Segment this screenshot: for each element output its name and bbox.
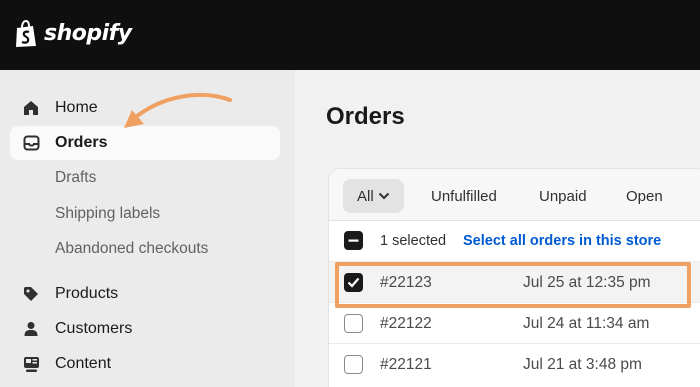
sidebar-item-label: Products (55, 285, 119, 302)
tab-unpaid[interactable]: Unpaid (539, 179, 587, 213)
sidebar-item-abandoned-checkouts[interactable]: Abandoned checkouts (10, 232, 280, 266)
bulk-actions-bar: 1 selected Select all orders in this sto… (329, 221, 700, 261)
select-all-orders-link[interactable]: Select all orders in this store (463, 233, 661, 249)
content-icon (22, 355, 40, 373)
top-bar: shopify (0, 0, 700, 70)
sidebar-item-label: Home (55, 99, 98, 116)
shopify-logo[interactable]: shopify (14, 19, 132, 48)
sidebar-item-drafts[interactable]: Drafts (10, 161, 280, 195)
select-all-checkbox[interactable] (344, 231, 363, 250)
orders-inbox-icon (22, 134, 40, 152)
tab-all[interactable]: All (343, 179, 404, 213)
table-row[interactable]: #22122 Jul 24 at 11:34 am (329, 302, 700, 343)
tab-label: Open (626, 187, 663, 205)
sidebar-item-label: Abandoned checkouts (55, 240, 209, 257)
tag-icon (22, 285, 40, 303)
order-date: Jul 24 at 11:34 am (523, 315, 650, 332)
tab-label: Unfulfilled (431, 187, 497, 205)
tab-label: All (357, 187, 374, 205)
sidebar-item-shipping-labels[interactable]: Shipping labels (10, 197, 280, 231)
tab-open[interactable]: Open (626, 179, 663, 213)
sidebar-item-label: Shipping labels (55, 205, 161, 222)
filter-tabs: All Unfulfilled Unpaid Open C (329, 169, 700, 221)
home-icon (22, 99, 40, 117)
table-row[interactable]: #22121 Jul 21 at 3:48 pm (329, 343, 700, 384)
tab-label: Unpaid (539, 187, 587, 205)
highlight-annotation-box (335, 262, 691, 308)
selected-count: 1 selected (380, 233, 447, 249)
person-icon (22, 320, 40, 338)
sidebar-item-content[interactable]: Content (10, 347, 280, 381)
main-content: Orders All Unfulfilled Unpaid Open C (295, 70, 700, 387)
chevron-down-icon (378, 192, 390, 200)
sidebar-item-customers[interactable]: Customers (10, 312, 280, 346)
sidebar-item-label: Content (55, 355, 112, 372)
row-checkbox[interactable] (344, 355, 363, 374)
order-number[interactable]: #22121 (380, 356, 432, 374)
row-checkbox[interactable] (344, 314, 363, 333)
tab-unfulfilled[interactable]: Unfulfilled (431, 179, 497, 213)
brand-name: shopify (44, 21, 132, 46)
sidebar-item-label: Drafts (55, 169, 97, 186)
page-title: Orders (326, 103, 405, 130)
order-number[interactable]: #22122 (380, 315, 432, 333)
sidebar-item-products[interactable]: Products (10, 277, 280, 311)
sidebar-item-label: Customers (55, 320, 133, 337)
order-date: Jul 21 at 3:48 pm (523, 356, 642, 373)
annotation-arrow-icon (124, 93, 232, 128)
sidebar-item-label: Orders (55, 134, 108, 151)
shopify-bag-icon (14, 19, 38, 48)
